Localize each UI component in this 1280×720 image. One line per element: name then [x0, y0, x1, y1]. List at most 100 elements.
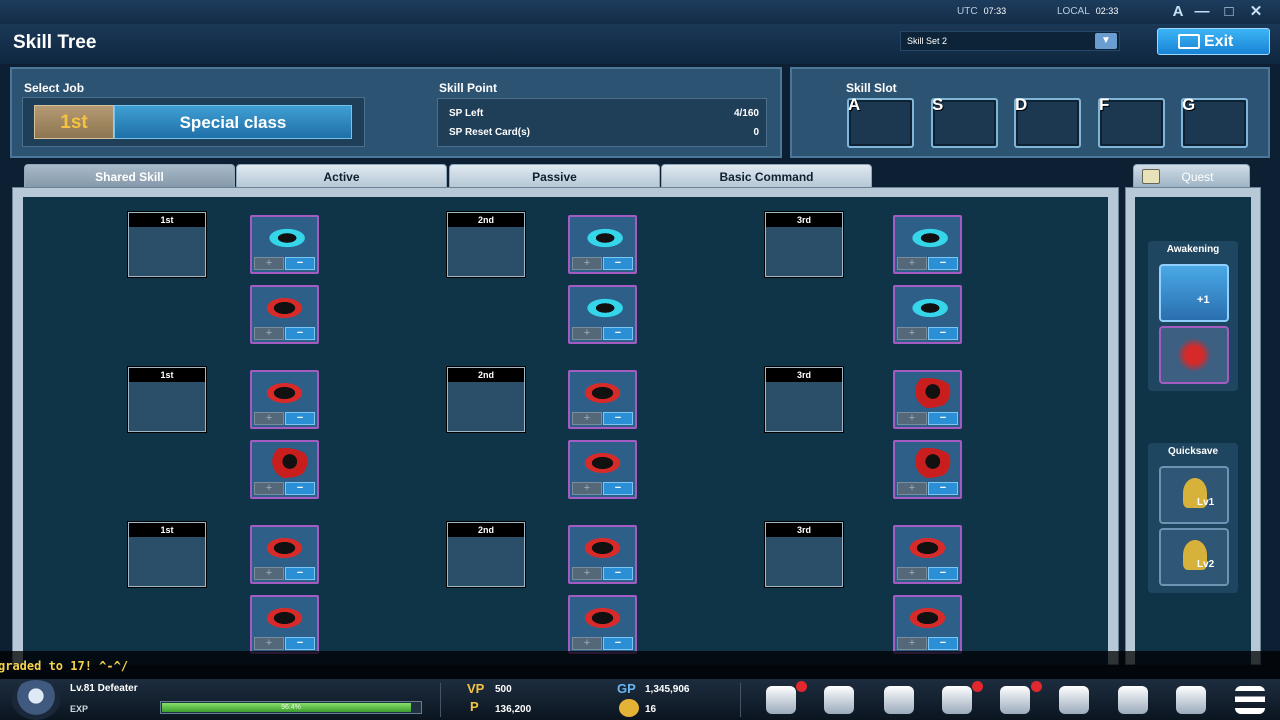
job-class-button[interactable]: Special class	[114, 105, 352, 139]
skill-icon[interactable]: + −	[250, 595, 319, 654]
tab-quest[interactable]: Quest	[1133, 164, 1250, 188]
character-menu-icon[interactable]	[761, 683, 801, 717]
skill-icon[interactable]: + −	[568, 285, 637, 344]
plus-button[interactable]: +	[572, 257, 602, 270]
maximize-button[interactable]: □	[1219, 3, 1239, 21]
plus-button[interactable]: +	[897, 637, 927, 650]
plus-button[interactable]: +	[254, 482, 284, 495]
minus-button[interactable]: −	[285, 567, 315, 580]
gp-icon: GP	[617, 681, 636, 696]
minus-button[interactable]: −	[928, 567, 958, 580]
close-button[interactable]: ✕	[1246, 3, 1266, 21]
tab-active[interactable]: Active	[236, 164, 447, 188]
skill-icon[interactable]: + −	[250, 285, 319, 344]
skill-level-controls: + −	[897, 257, 958, 270]
minus-button[interactable]: −	[285, 482, 315, 495]
skill-art	[901, 603, 954, 633]
skill-icon[interactable]: + −	[893, 370, 962, 429]
skill-icon[interactable]: + −	[893, 595, 962, 654]
plus-button[interactable]: +	[254, 637, 284, 650]
skill-level-controls: + −	[572, 482, 633, 495]
skill-icon[interactable]: + −	[893, 525, 962, 584]
tab-shared-skill[interactable]: Shared Skill	[24, 164, 235, 188]
auction-menu-icon[interactable]	[995, 683, 1035, 717]
skill-set-value: Skill Set 2	[907, 36, 948, 46]
awakening-special-button[interactable]	[1159, 326, 1229, 384]
skill-art	[576, 293, 629, 323]
minus-button[interactable]: −	[285, 327, 315, 340]
plus-button[interactable]: +	[254, 567, 284, 580]
skill-level-controls: + −	[897, 567, 958, 580]
minus-button[interactable]: −	[928, 257, 958, 270]
exp-percent: 96.4%	[281, 704, 301, 711]
minus-button[interactable]: −	[603, 412, 633, 425]
font-button[interactable]: A	[1168, 3, 1188, 21]
skill-level-controls: + −	[254, 327, 315, 340]
plus-button[interactable]: +	[572, 567, 602, 580]
skill-icon[interactable]: + −	[568, 595, 637, 654]
skill-icon[interactable]: + −	[893, 215, 962, 274]
quest-menu-icon[interactable]	[879, 683, 919, 717]
plus-button[interactable]: +	[897, 482, 927, 495]
plus-button[interactable]: +	[897, 567, 927, 580]
skill-slot-s[interactable]: S	[931, 95, 998, 148]
avatar[interactable]	[12, 680, 60, 720]
shop-menu-icon[interactable]	[937, 683, 977, 717]
points-value: 136,200	[495, 704, 532, 715]
quicksave-lv2-button[interactable]: Lv2	[1159, 528, 1229, 586]
main-menu-icon[interactable]	[1230, 683, 1270, 717]
skill-set-dropdown[interactable]: Skill Set 2 ▼	[900, 31, 1120, 51]
minus-button[interactable]: −	[285, 257, 315, 270]
minimize-button[interactable]: —	[1192, 3, 1212, 21]
minus-button[interactable]: −	[603, 257, 633, 270]
plus-button[interactable]: +	[897, 257, 927, 270]
skill-icon[interactable]: + −	[568, 525, 637, 584]
plus-button[interactable]: +	[897, 412, 927, 425]
plus-button[interactable]: +	[572, 637, 602, 650]
skill-level-controls: + −	[572, 567, 633, 580]
skill-level-controls: + −	[254, 412, 315, 425]
plus-button[interactable]: +	[572, 412, 602, 425]
plus-button[interactable]: +	[254, 327, 284, 340]
settings-menu-icon[interactable]	[1113, 683, 1153, 717]
minus-button[interactable]: −	[603, 637, 633, 650]
chevron-down-icon[interactable]: ▼	[1095, 33, 1117, 49]
exit-button[interactable]: Exit	[1157, 28, 1270, 55]
skill-icon[interactable]: + −	[893, 285, 962, 344]
minus-button[interactable]: −	[603, 482, 633, 495]
plus-button[interactable]: +	[254, 257, 284, 270]
minus-button[interactable]: −	[285, 637, 315, 650]
book-menu-icon[interactable]	[1054, 683, 1094, 717]
skill-icon[interactable]: + −	[568, 215, 637, 274]
tab-passive[interactable]: Passive	[449, 164, 660, 188]
minus-button[interactable]: −	[928, 482, 958, 495]
quicksave-lv1-button[interactable]: Lv1	[1159, 466, 1229, 524]
skill-slot-g[interactable]: G	[1181, 95, 1248, 148]
minus-button[interactable]: −	[928, 327, 958, 340]
plus-button[interactable]: +	[897, 327, 927, 340]
skill-menu-icon[interactable]	[819, 683, 859, 717]
skill-icon[interactable]: + −	[250, 525, 319, 584]
skill-icon[interactable]: + −	[250, 440, 319, 499]
select-job-label: Select Job	[24, 81, 85, 95]
job-tier-button[interactable]: 1st	[34, 105, 114, 139]
minus-button[interactable]: −	[285, 412, 315, 425]
awakening-skill-button[interactable]: +1	[1159, 264, 1229, 322]
skill-icon[interactable]: + −	[568, 440, 637, 499]
plus-button[interactable]: +	[254, 412, 284, 425]
skill-slot-d[interactable]: D	[1014, 95, 1081, 148]
tab-basic-command[interactable]: Basic Command	[661, 164, 872, 188]
plus-button[interactable]: +	[572, 327, 602, 340]
community-menu-icon[interactable]	[1171, 683, 1211, 717]
plus-button[interactable]: +	[572, 482, 602, 495]
minus-button[interactable]: −	[603, 327, 633, 340]
skill-icon[interactable]: + −	[893, 440, 962, 499]
skill-icon[interactable]: + −	[250, 215, 319, 274]
minus-button[interactable]: −	[603, 567, 633, 580]
skill-slot-a[interactable]: A	[847, 95, 914, 148]
minus-button[interactable]: −	[928, 637, 958, 650]
skill-icon[interactable]: + −	[250, 370, 319, 429]
skill-icon[interactable]: + −	[568, 370, 637, 429]
skill-slot-f[interactable]: F	[1098, 95, 1165, 148]
minus-button[interactable]: −	[928, 412, 958, 425]
